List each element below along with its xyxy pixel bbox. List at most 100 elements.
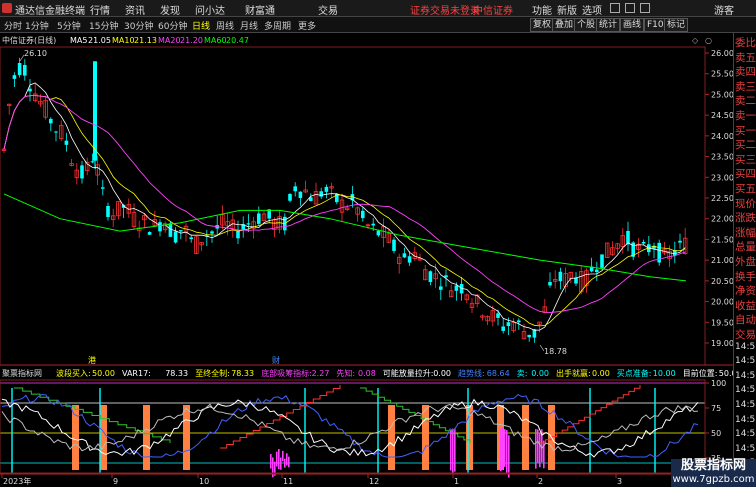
menu-options[interactable]: 选项: [582, 2, 602, 17]
quote-panel-item: 卖三: [735, 80, 756, 93]
tab-30min[interactable]: 30分钟: [124, 19, 153, 32]
tab-multi-period[interactable]: 多周期: [264, 19, 291, 32]
candle-body-down: [158, 222, 162, 232]
magenta-bar: [537, 429, 539, 463]
quote-panel-item: 14:5: [735, 370, 756, 381]
x-axis: 2023年 9 10 11 12 1 2 3: [1, 474, 622, 486]
candle-body-down: [80, 165, 84, 179]
indicator-item-label: 卖:: [517, 369, 528, 378]
quote-panel-item: 卖四: [735, 66, 756, 79]
tab-weekly[interactable]: 周线: [216, 19, 234, 32]
menu-wealth[interactable]: 财富通: [245, 2, 275, 17]
magenta-bar: [452, 428, 454, 474]
candle-body-down: [293, 186, 297, 192]
x-tick-label: 3: [617, 477, 622, 486]
candle-body-down: [168, 223, 173, 237]
red-stair: [220, 385, 341, 449]
price-tick-label: 24.50: [711, 111, 733, 120]
quote-panel-item: 卖一: [735, 110, 756, 122]
candle-body-down: [678, 240, 682, 243]
magenta-bar: [539, 432, 541, 468]
indicator-item-value: 0.00: [592, 369, 610, 378]
indicator-item-value: 50.00: [719, 369, 733, 378]
candle-body-down: [64, 140, 69, 145]
more-icon[interactable]: ○: [705, 36, 712, 45]
draw-button[interactable]: 画线: [620, 18, 645, 32]
stats-button[interactable]: 统计: [596, 18, 621, 32]
restore-rights-button[interactable]: 复权: [530, 18, 555, 32]
candle-body-down: [319, 191, 323, 197]
expand-icon[interactable]: ◇: [692, 36, 699, 45]
magenta-bar: [450, 430, 452, 471]
login-warning[interactable]: 证券交易未登录: [410, 2, 480, 17]
close-icon[interactable]: [640, 3, 650, 13]
price-axis: 26.00 25.50 25.00 24.50 24.00 23.50 23.00 22.50…: [705, 49, 733, 348]
magenta-bar: [502, 427, 504, 470]
tab-intraday[interactable]: 分时: [4, 19, 22, 32]
candle-body-down: [179, 230, 183, 232]
x-tick-label: 11: [283, 477, 293, 486]
quote-panel-item: 14:5: [735, 356, 756, 367]
indicator-item-label: 先知:: [336, 368, 355, 378]
menu-discover[interactable]: 发现: [160, 2, 180, 17]
tab-1min[interactable]: 1分钟: [25, 19, 49, 32]
candles: [1, 57, 688, 343]
overlay-button[interactable]: 叠加: [552, 18, 577, 32]
quote-panel-item: 14:5: [735, 429, 756, 440]
candle-body-down: [90, 161, 95, 163]
menu-trade[interactable]: 交易: [318, 2, 338, 17]
candle-body-down: [173, 231, 178, 243]
indicator-item-label: 买点准备:: [617, 368, 652, 378]
signal-bar-orange: [143, 405, 150, 470]
candle-body-down: [407, 256, 412, 263]
candle-body-down: [236, 230, 240, 239]
menu-ask[interactable]: 问小达: [195, 2, 225, 17]
ma20-value: 21.20: [180, 36, 203, 45]
quote-panel-item: 14:5: [735, 400, 756, 410]
indicator-item-value: 78.33: [165, 369, 188, 378]
candle-body-down: [189, 237, 193, 240]
tab-15min[interactable]: 15分钟: [89, 19, 118, 32]
indicator-info: 聚票指标网 波段买入: 50.00 VAR17: 78.33 至终全制: 78.33 底部吸筹…: [2, 368, 733, 378]
magenta-bar: [535, 429, 537, 469]
quote-panel-item: 买四: [735, 168, 756, 181]
x-tick-label: 2: [538, 477, 543, 486]
menu-function[interactable]: 功能: [532, 2, 552, 17]
quote-panel: 委比 卖五 卖四 卖三 卖二 卖一 买一 买二 买三 买四 买五 现价 涨跌 涨幅 总量 外盘 换手 净资 收益 自动…: [733, 33, 756, 486]
tab-more[interactable]: 更多: [298, 19, 316, 32]
minimize-icon[interactable]: [610, 3, 620, 13]
quote-panel-item: 卖二: [735, 95, 756, 108]
ma10-label: MA10: [112, 36, 135, 45]
mark-button[interactable]: 标记: [664, 18, 689, 32]
candle-body-down: [501, 326, 505, 331]
quote-panel-item: 14:5: [735, 414, 756, 425]
app-logo-icon: [2, 3, 12, 13]
menu-new-version[interactable]: 新版: [557, 2, 577, 17]
quote-panel-item: 委比: [735, 37, 756, 49]
maximize-icon[interactable]: [625, 3, 635, 13]
stock-button[interactable]: 个股: [574, 18, 599, 32]
menu-news[interactable]: 资讯: [125, 2, 145, 17]
kline-chart[interactable]: 中信证券(日线) MA5 21.05 MA10 21.13 MA20 21.20…: [0, 33, 733, 486]
quote-panel-item: 买五: [735, 183, 756, 195]
candle-body-down: [101, 187, 105, 189]
indicator-item-value: 50.00: [92, 369, 115, 378]
watermark-url: www.7gpzb.com: [672, 474, 755, 485]
magenta-bar: [508, 435, 510, 478]
tab-monthly[interactable]: 月线: [240, 19, 258, 32]
candle-body-down: [402, 253, 407, 258]
price-tick-label: 20.00: [711, 298, 733, 307]
quote-panel-item: 自动: [735, 314, 756, 327]
candle-body-down: [376, 230, 381, 236]
indicator-tick-label: 50: [711, 429, 721, 438]
candle-body-down: [17, 62, 22, 76]
tab-daily[interactable]: 日线: [192, 19, 210, 32]
candle-body-down: [558, 271, 563, 282]
user-name[interactable]: 游客: [714, 2, 734, 17]
tab-60min[interactable]: 60分钟: [158, 19, 187, 32]
tab-5min[interactable]: 5分钟: [57, 19, 81, 32]
watermark: 股票指标网 www.7gpzb.com: [671, 459, 756, 487]
menu-quote[interactable]: 行情: [90, 2, 110, 17]
magenta-bar: [286, 453, 288, 466]
indicator-item-value: 2.27: [312, 369, 330, 378]
